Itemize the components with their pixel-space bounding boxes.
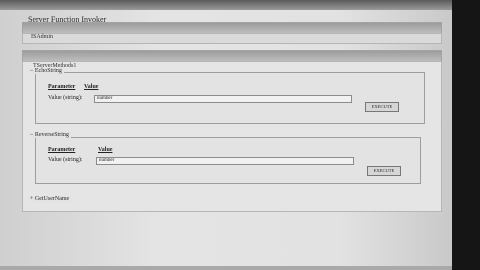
method-reversestring-name: ReverseString xyxy=(34,132,69,138)
collapse-icon: − xyxy=(30,132,34,138)
parameter-header: Parameter xyxy=(48,147,76,153)
param-label: Value (string): xyxy=(48,95,83,101)
collapse-icon: − xyxy=(30,68,34,74)
parameter-header: Parameter xyxy=(48,84,76,90)
execute-button[interactable]: EXECUTE xyxy=(365,102,399,112)
browser-toolbar xyxy=(0,0,452,10)
param-label: Value (string): xyxy=(48,157,83,163)
param-input[interactable]: number xyxy=(96,157,354,165)
method-echostring-toggle[interactable]: − EchoString xyxy=(28,68,64,74)
browser-page: Server Function Invoker ISAdmin TServerM… xyxy=(0,0,452,270)
method-echostring-name: EchoString xyxy=(34,68,62,74)
page-footer xyxy=(0,266,452,270)
value-header: Value xyxy=(98,147,113,153)
method-reversestring-toggle[interactable]: − ReverseString xyxy=(28,132,71,138)
method-getusername-toggle[interactable]: + GetUserName xyxy=(28,196,72,202)
expand-icon: + xyxy=(30,196,34,202)
value-header: Value xyxy=(84,84,99,90)
execute-button[interactable]: EXECUTE xyxy=(367,166,401,176)
class-row-label: ISAdmin xyxy=(31,34,54,40)
class-row[interactable]: ISAdmin xyxy=(22,33,442,44)
method-getusername-name: GetUserName xyxy=(34,196,70,202)
param-input[interactable]: number xyxy=(94,95,352,103)
